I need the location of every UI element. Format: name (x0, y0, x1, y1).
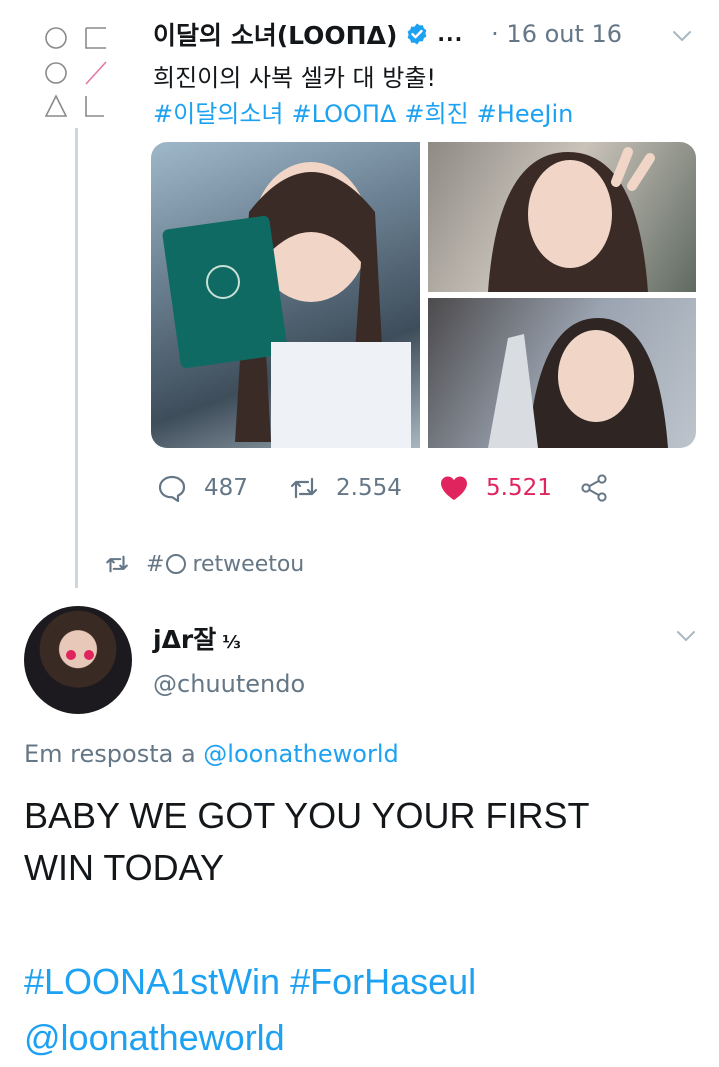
heart-icon (441, 476, 467, 500)
replying-to: Em resposta a @loonatheworld (24, 740, 399, 768)
parent-author-name[interactable]: 이달의 소녀(LOOПΔ) (153, 16, 397, 52)
like-count: 5.521 (486, 475, 552, 501)
tweet-body-line: WIN TODAY (24, 847, 225, 888)
hashtag-link[interactable]: #ForHaseul (290, 961, 476, 1002)
share-button[interactable] (578, 472, 610, 504)
retweet-button[interactable]: 2.554 (288, 472, 438, 504)
photo-illustration (162, 162, 411, 448)
author-name-suffix: ⅓ (222, 632, 241, 653)
photo-selfie-street[interactable] (428, 298, 696, 448)
hashtag-link[interactable]: #LOOПΔ (292, 100, 397, 128)
reply-count: 487 (204, 475, 248, 501)
tweet-tags: #LOONA1stWin #ForHaseul @loonatheworld (24, 954, 704, 1066)
photo-selfie-peace-sign[interactable] (428, 142, 696, 292)
photo-illustration (488, 147, 655, 292)
like-button[interactable]: 5.521 (438, 472, 578, 504)
tweet-actions: 487 2.554 5.521 (156, 468, 610, 508)
tweet-body: BABY WE GOT YOU YOUR FIRST WIN TODAY (24, 790, 704, 894)
verified-badge-icon (407, 23, 427, 45)
retweet-icon (290, 477, 318, 499)
circle-icon (166, 554, 187, 574)
retweeter-prefix: # (146, 551, 165, 577)
chevron-down-icon[interactable] (674, 624, 698, 648)
chevron-down-icon[interactable] (670, 24, 694, 48)
loona-logo-avatar[interactable] (40, 18, 120, 128)
parent-tweet[interactable]: 이달의 소녀(LOOПΔ) ... · 16 out 16 희진이의 사복 셀카… (0, 0, 719, 590)
parent-tweet-date[interactable]: · 16 out 16 (491, 20, 622, 48)
hashtag-link[interactable]: #LOONA1stWin (24, 961, 280, 1002)
tweet-body-line: BABY WE GOT YOU YOUR FIRST (24, 795, 590, 836)
name-ellipsis: ... (437, 22, 464, 46)
avatar-heart-sticker (84, 650, 94, 660)
avatar[interactable] (24, 606, 132, 714)
avatar-heart-sticker (66, 650, 76, 660)
author-handle[interactable]: @chuutendo (153, 670, 305, 698)
media-grid (151, 142, 696, 448)
parent-tweet-hashtags: #이달의소녀 #LOOПΔ #희진 #HeeJin (153, 94, 581, 129)
hashtag-link[interactable]: #희진 (404, 100, 468, 128)
photo-illustration (488, 318, 668, 448)
parent-tweet-text: 희진이의 사복 셀카 대 방출! (153, 64, 437, 92)
reply-icon (158, 475, 186, 503)
retweet-count: 2.554 (336, 475, 402, 501)
replying-prefix: Em resposta a (24, 740, 196, 768)
mention-link[interactable]: @loonatheworld (24, 1017, 285, 1058)
loona-logo-icon (44, 27, 107, 117)
photo-selfie-passport[interactable] (151, 142, 420, 448)
hashtag-link[interactable]: #HeeJin (477, 100, 574, 128)
hashtag-link[interactable]: #이달의소녀 (153, 100, 284, 128)
retweet-icon (106, 555, 128, 573)
thread-line (75, 128, 78, 588)
author-name[interactable]: jΔr잘 ⅓ (153, 620, 241, 656)
reply-button[interactable]: 487 (156, 472, 288, 504)
parent-tweet-header: 이달의 소녀(LOOПΔ) ... · 16 out 16 (153, 14, 698, 54)
replying-to-link[interactable]: @loonatheworld (203, 740, 398, 768)
retweet-context-label: retweetou (192, 551, 305, 577)
retweet-context[interactable]: # retweetou (104, 551, 304, 577)
author-name-text: jΔr잘 (153, 625, 217, 654)
share-icon (581, 474, 607, 502)
